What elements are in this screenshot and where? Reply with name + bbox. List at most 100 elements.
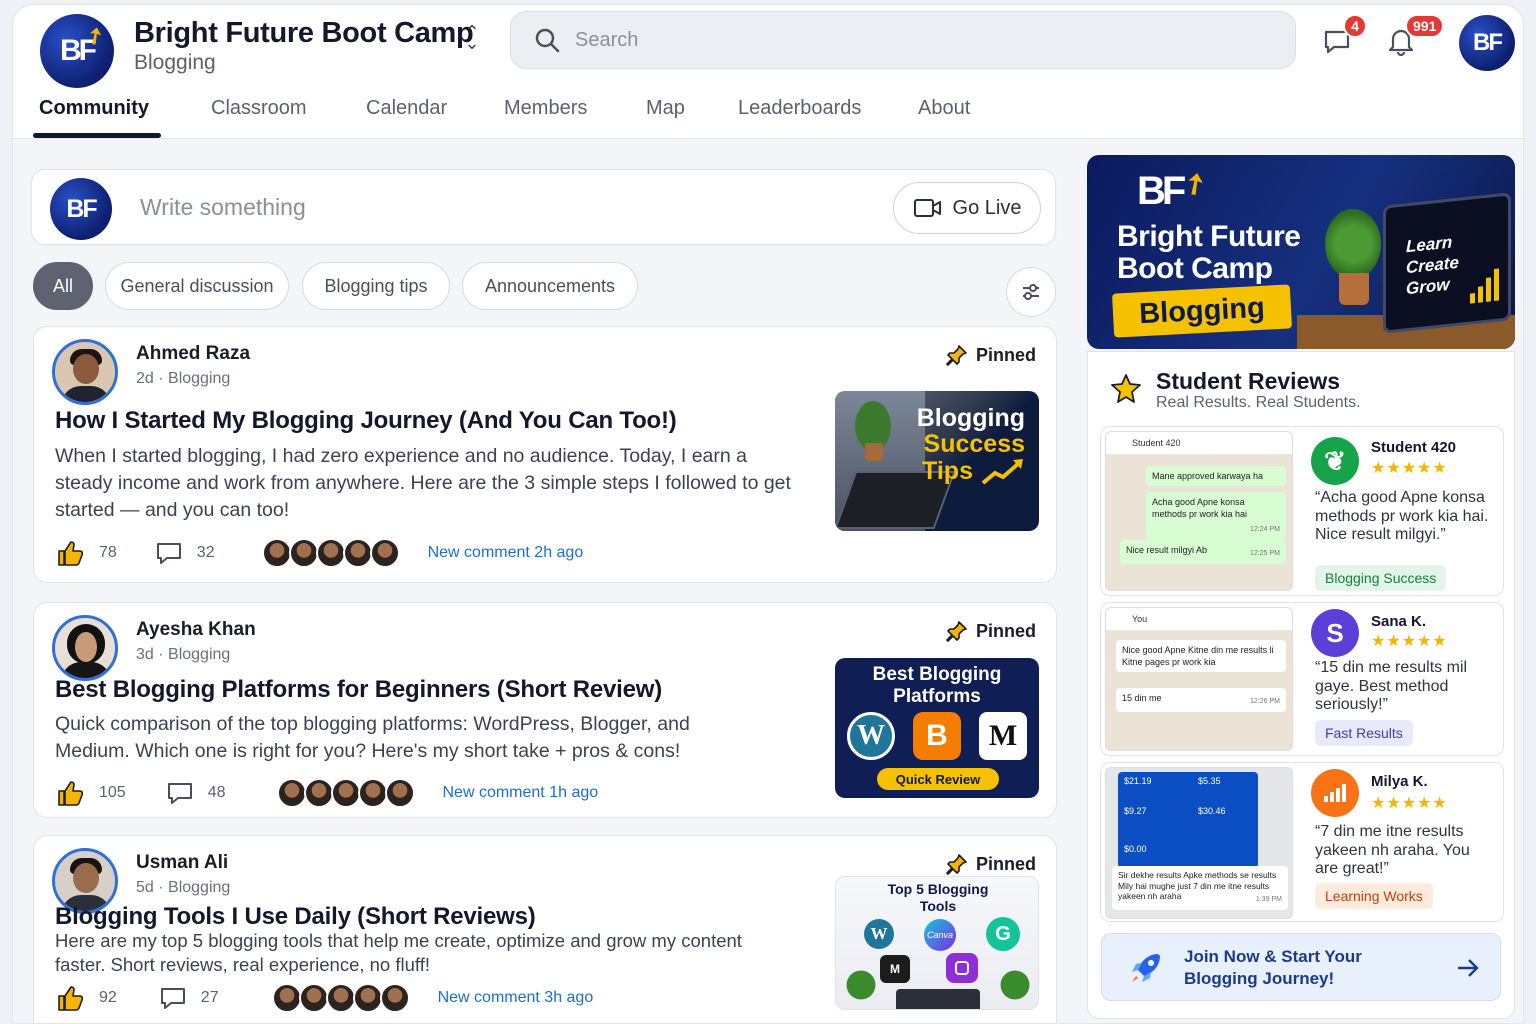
tab-map[interactable]: Map <box>646 97 685 120</box>
brand-subtitle: Blogging <box>134 51 216 74</box>
amount-2: $5.35 <box>1198 776 1221 786</box>
post-meta: 3d · Blogging <box>136 646 231 663</box>
growth-arrow-icon <box>981 459 1023 485</box>
go-live-button[interactable]: Go Live <box>893 182 1041 234</box>
tab-calendar[interactable]: Calendar <box>366 97 447 120</box>
post-author[interactable]: Ahmed Raza <box>136 343 250 365</box>
new-comment-link[interactable]: New comment 1h ago <box>443 784 599 802</box>
leaf-icon: ❦ <box>1311 437 1359 485</box>
reviews-subtitle: Real Results. Real Students. <box>1156 394 1361 411</box>
search-bar <box>510 11 1296 69</box>
post-thumbnail[interactable]: Best Blogging Platforms W B M Quick Revi… <box>835 658 1039 798</box>
thumbnail-title: Top 5 Blogging Tools <box>887 881 989 914</box>
thumb-line-2: Success <box>923 430 1025 458</box>
tab-community[interactable]: Community <box>39 97 149 120</box>
post-title[interactable]: Blogging Tools I Use Daily (Short Review… <box>55 903 536 931</box>
tab-classroom[interactable]: Classroom <box>211 97 307 120</box>
chat-text: Mane approved karwaya ha <box>1152 471 1264 481</box>
like-button[interactable]: 92 <box>55 983 117 1013</box>
chat-time: 12:25 PM <box>1250 550 1280 557</box>
star-icon <box>1111 374 1141 403</box>
post-author[interactable]: Usman Ali <box>136 852 228 874</box>
chat-text: Nice result milgyi Ab <box>1126 545 1208 555</box>
filter-announcements[interactable]: Announcements <box>462 262 638 310</box>
review-quote: “Acha good Apne konsa methods pr work ki… <box>1315 489 1489 543</box>
chat-text: 15 din me <box>1122 693 1162 703</box>
top-header: BF ➚ Bright Future Boot Camp Blogging ⌃ ⌄… <box>13 5 1523 139</box>
pinned-text: Pinned <box>975 620 1036 641</box>
banner-tag: Blogging <box>1111 284 1293 338</box>
comment-icon <box>167 783 192 804</box>
tab-leaderboards[interactable]: Leaderboards <box>738 97 861 120</box>
commenter-avatars[interactable] <box>261 538 400 568</box>
tab-about[interactable]: About <box>918 97 970 120</box>
plant-pot <box>1339 273 1369 305</box>
notifications-button[interactable]: 991 <box>1379 14 1445 63</box>
thumbnail-caption: Blogging Success Tips <box>917 405 1025 485</box>
review-card[interactable]: Student 420 Mane approved karwaya ha Ach… <box>1100 426 1504 596</box>
user-avatar[interactable]: BF <box>1459 15 1515 71</box>
post-card[interactable]: Ahmed Raza 2d · Blogging Pinned How I St… <box>33 326 1057 583</box>
tab-members[interactable]: Members <box>504 97 587 120</box>
medium-icon: M <box>979 712 1027 760</box>
filter-all[interactable]: All <box>33 262 93 310</box>
filter-blogging-tips[interactable]: Blogging tips <box>302 262 450 310</box>
notifications-badge: 991 <box>1405 14 1445 38</box>
author-avatar[interactable] <box>52 615 118 681</box>
comment-count: 32 <box>196 544 215 561</box>
search-input[interactable] <box>575 24 1255 56</box>
commenter-avatars[interactable] <box>271 983 410 1013</box>
wordpress-icon: W <box>847 712 895 760</box>
like-button[interactable]: 105 <box>55 778 126 808</box>
filter-settings-button[interactable] <box>1006 267 1056 317</box>
banner-laptop: Learn Create Grow <box>1383 192 1511 334</box>
post-meta: 5d · Blogging <box>136 879 231 896</box>
pin-icon <box>946 621 967 642</box>
post-card[interactable]: Usman Ali 5d · Blogging Pinned Blogging … <box>33 835 1057 1023</box>
new-comment-link[interactable]: New comment 2h ago <box>428 544 584 562</box>
like-count: 105 <box>99 784 126 801</box>
post-thumbnail[interactable]: Top 5 Blogging Tools W Canva G M <box>835 876 1039 1010</box>
community-switcher-icon[interactable]: ⌃ ⌄ <box>462 23 482 52</box>
post-card[interactable]: Ayesha Khan 3d · Blogging Pinned Best Bl… <box>33 602 1057 818</box>
filter-general-discussion[interactable]: General discussion <box>105 262 289 310</box>
pinned-text: Pinned <box>975 853 1036 874</box>
review-card[interactable]: $21.19 $5.35 $9.27 $30.46 $0.00 Sir dekh… <box>1100 762 1504 922</box>
review-screenshot[interactable]: $21.19 $5.35 $9.27 $30.46 $0.00 Sir dekh… <box>1105 767 1293 919</box>
join-now-button[interactable]: Join Now & Start Your Blogging Journey! <box>1101 933 1501 1001</box>
earnings-screenshot: $21.19 $5.35 $9.27 $30.46 $0.00 <box>1118 772 1258 868</box>
go-live-label: Go Live <box>952 196 1022 219</box>
comment-button[interactable]: 27 <box>159 985 219 1011</box>
like-button[interactable]: 78 <box>55 538 117 568</box>
review-card[interactable]: You Nice good Apne Kitne din me results … <box>1100 602 1504 756</box>
post-excerpt: When I started blogging, I had zero expe… <box>55 445 791 521</box>
post-title[interactable]: Best Blogging Platforms for Beginners (S… <box>55 676 662 704</box>
author-avatar[interactable] <box>52 339 118 405</box>
comment-button[interactable]: 32 <box>155 540 215 566</box>
reviewer-name: Milya K. <box>1371 773 1428 790</box>
thumb-line-1: Blogging <box>916 404 1025 432</box>
brand-logo[interactable]: BF ➚ <box>40 14 114 88</box>
chat-button[interactable]: 4 <box>1315 14 1367 63</box>
post-thumbnail[interactable]: Blogging Success Tips <box>835 391 1039 531</box>
join-line-2: Blogging Journey! <box>1184 969 1335 988</box>
post-title[interactable]: How I Started My Blogging Journey (And Y… <box>55 407 677 435</box>
new-comment-link[interactable]: New comment 3h ago <box>438 989 594 1007</box>
post-composer[interactable]: BF Write something Go Live <box>31 169 1056 245</box>
comment-icon <box>160 988 185 1009</box>
composer-placeholder[interactable]: Write something <box>140 194 306 221</box>
thumbs-up-icon <box>58 541 84 566</box>
chat-badge: 4 <box>1343 14 1367 38</box>
video-camera-icon <box>913 199 941 217</box>
chat-text: Acha good Apne konsa methods pr work kia… <box>1152 497 1248 519</box>
review-screenshot[interactable]: You Nice good Apne Kitne din me results … <box>1105 607 1293 751</box>
comment-button[interactable]: 48 <box>166 780 226 806</box>
post-author[interactable]: Ayesha Khan <box>136 619 256 641</box>
composer-avatar-text: BF <box>66 194 97 223</box>
amount-3: $9.27 <box>1124 806 1147 816</box>
review-screenshot[interactable]: Student 420 Mane approved karwaya ha Ach… <box>1105 431 1293 591</box>
banner-title-line-2: Boot Camp <box>1117 252 1273 285</box>
chat-message: Sir dekhe results Apke methods se result… <box>1112 866 1288 910</box>
commenter-avatars[interactable] <box>276 778 415 808</box>
chat-message: 15 din me 12:26 PM <box>1116 688 1286 712</box>
